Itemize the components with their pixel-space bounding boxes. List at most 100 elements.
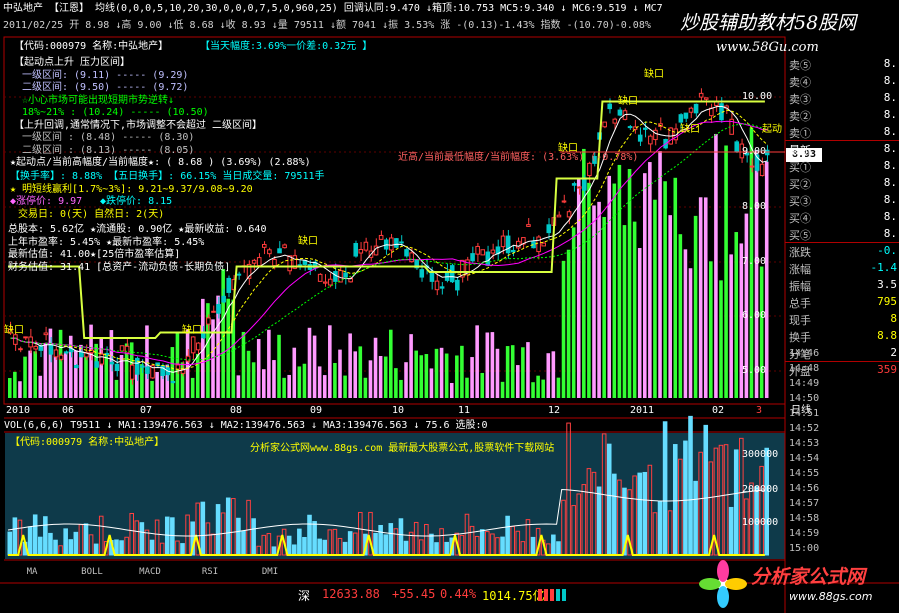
info-zone1: 一级区间: (9.11) ----- (9.29)	[22, 70, 189, 81]
volume-overlay-bar	[531, 382, 535, 398]
volume-overlay-bar	[206, 303, 210, 398]
tab-ma[interactable]: MA	[12, 567, 52, 580]
candle-body	[74, 365, 79, 369]
volume-overlay-bar	[246, 350, 251, 398]
candle-body	[444, 271, 450, 281]
volume-overlay-bar	[556, 377, 561, 398]
candle-body	[734, 141, 740, 153]
candle-body	[510, 249, 516, 253]
volume-overlay-bar	[414, 350, 418, 398]
info-pb-zone2: 二级区间 : (8.13) ----- (8.05)	[22, 145, 195, 156]
candle-body	[455, 279, 460, 291]
volume-bar	[596, 486, 602, 556]
volume-overlay-bar	[516, 365, 520, 398]
gap-label: 缺口	[618, 96, 638, 107]
volume-bar	[378, 524, 383, 556]
volume-overlay-bar	[678, 234, 683, 398]
volume-overlay-bar	[698, 197, 703, 398]
quote-label: 卖①	[789, 127, 811, 140]
tick-time: 14:52	[789, 423, 820, 434]
candle-body	[648, 135, 653, 145]
tab-boll[interactable]: BOLL	[72, 567, 112, 580]
volume-overlay-bar	[74, 350, 78, 398]
info-pullback: 【上升回调,通常情况下,市场调整不会超过 二级区间】	[14, 120, 263, 131]
tab-macd[interactable]: MACD	[130, 567, 170, 580]
quote-row-sell3: 卖③ 8.	[785, 91, 899, 106]
volume-bar	[307, 514, 312, 556]
volume-bar	[703, 424, 709, 556]
tab-dmi[interactable]: DMI	[250, 567, 290, 580]
volume-overlay-bar	[526, 342, 530, 398]
candle-body	[272, 258, 277, 267]
volume-overlay-bar	[317, 366, 322, 398]
candle-body	[114, 363, 120, 372]
pinwheel-icon	[699, 560, 747, 608]
volume-overlay-bar	[637, 248, 642, 398]
volume-overlay-bar	[510, 345, 515, 398]
volume-bar	[83, 523, 89, 556]
info-trade-days: 交易日: 0(天) 自然日: 2(天)	[18, 209, 165, 220]
tab-rsi[interactable]: RSI	[190, 567, 230, 580]
quote-value: 8.	[883, 210, 897, 223]
volume-overlay-bar	[729, 254, 733, 398]
volume-overlay-bar	[404, 362, 408, 398]
start-point-label: 起动	[762, 124, 782, 135]
volume-bar	[149, 539, 155, 556]
candle-body	[759, 163, 765, 177]
quote-label: 买④	[789, 212, 811, 225]
quote-value: 8.	[883, 193, 897, 206]
volume-overlay-bar	[267, 329, 271, 398]
candle-body	[195, 342, 201, 351]
candle-body	[480, 249, 486, 256]
volume-bar	[7, 531, 13, 556]
candle-body	[124, 345, 130, 354]
volume-overlay-bar	[89, 324, 93, 398]
volume-overlay-bar	[328, 325, 332, 398]
volume-overlay-bar	[475, 325, 479, 398]
tick-time: 14:50	[789, 393, 820, 404]
volume-bar	[662, 421, 668, 556]
limit-up-text: 涨停价: 9.97	[16, 196, 83, 207]
candle-body	[129, 364, 135, 380]
candle-body	[571, 183, 577, 186]
volume-bar	[139, 522, 145, 556]
info-capital: 总股本: 5.62亿 ★流通股: 0.90亿 ★最新收益: 0.640	[8, 224, 267, 235]
candle-body	[434, 280, 440, 291]
volume-bar	[73, 531, 79, 556]
volume-overlay-bar	[734, 232, 739, 398]
volume-overlay-bar	[703, 197, 708, 398]
info-start-line: ★起动点/当前高幅度/当前幅度★: ( 8.68 ) (3.69%) (2.88…	[10, 157, 311, 168]
volume-overlay-bar	[282, 377, 286, 398]
volume-bar	[251, 518, 256, 556]
gap-label: 缺口	[298, 236, 318, 247]
candle-body	[602, 121, 607, 128]
candle-body	[23, 336, 28, 339]
volume-overlay-bar	[140, 364, 144, 398]
index-pct: 0.44%	[440, 587, 477, 601]
candle-body	[678, 114, 684, 123]
quote-row-buy4: 买④ 8.	[785, 210, 899, 225]
candle-body	[353, 243, 359, 257]
volume-overlay-bar	[353, 351, 358, 398]
volume-overlay-bar	[114, 379, 119, 398]
quote-label: 卖⑤	[789, 59, 811, 72]
volume-overlay-bar	[251, 362, 256, 398]
gap-label: 缺口	[558, 143, 578, 154]
volume-bar	[48, 532, 53, 556]
volume-overlay-bar	[383, 356, 388, 398]
quote-row-sell2: 卖② 8.	[785, 108, 899, 123]
volume-overlay-bar	[465, 377, 469, 398]
volume-overlay-bar	[312, 335, 317, 398]
logo-text: 分析家公式网	[751, 566, 866, 588]
volume-bar	[114, 539, 119, 556]
candle-body	[33, 345, 38, 350]
volume-overlay-bar	[373, 337, 378, 398]
volume-overlay-bar	[297, 366, 302, 398]
quote-value: 8.	[883, 91, 897, 104]
volume-overlay-bar	[307, 327, 312, 398]
date-tick: 10	[392, 405, 405, 416]
candle-body	[267, 249, 272, 255]
info-warning: ☆小心市场可能出现短期市势逆转↓	[22, 95, 175, 106]
volume-overlay-bar	[612, 183, 617, 398]
volume-overlay-bar	[627, 168, 632, 398]
